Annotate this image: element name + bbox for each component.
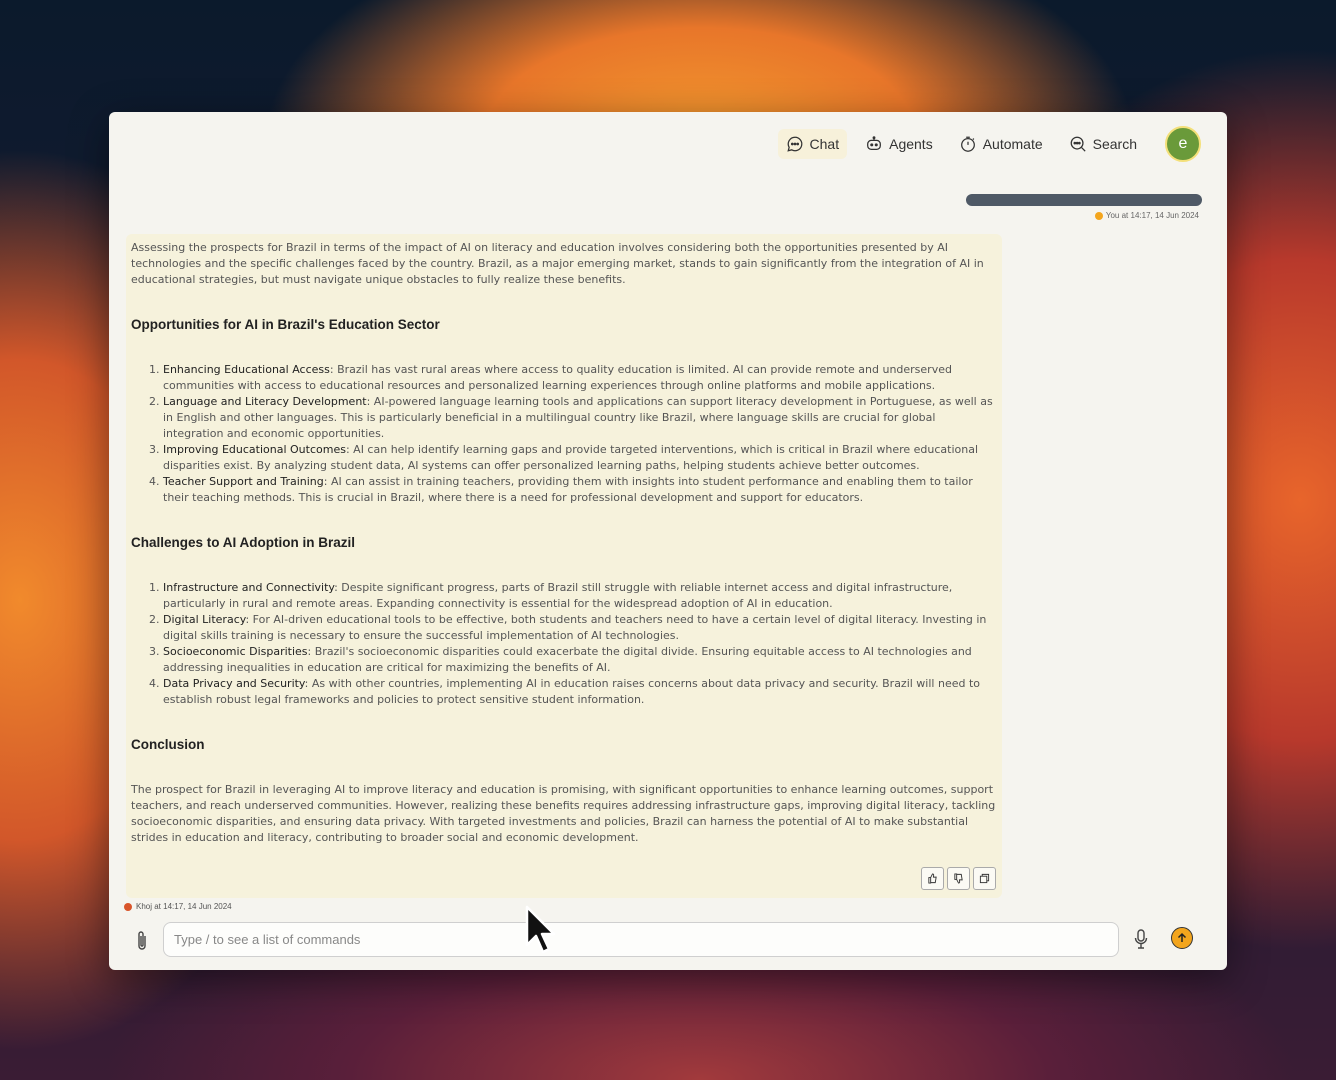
user-message-bubble: [966, 194, 1202, 206]
list-item: Socioeconomic Disparities: Brazil's soci…: [163, 644, 997, 676]
app-window: Chat Agents Automate Search e You at 14:…: [109, 112, 1227, 970]
nav-agents[interactable]: Agents: [857, 129, 941, 159]
thumbs-down-button[interactable]: [947, 867, 970, 890]
user-meta-text: You at 14:17, 14 Jun 2024: [1105, 211, 1199, 220]
item-title: Data Privacy and Security: [163, 677, 305, 690]
item-title: Language and Literacy Development: [163, 395, 367, 408]
assistant-message-meta: Khoj at 14:17, 14 Jun 2024: [124, 902, 232, 911]
nav-search[interactable]: Search: [1061, 129, 1145, 159]
list-item: Enhancing Educational Access: Brazil has…: [163, 362, 997, 394]
robot-icon: [867, 136, 882, 151]
khoj-dot-icon: [124, 902, 132, 911]
answer-intro: Assessing the prospects for Brazil in te…: [131, 241, 984, 286]
nav-chat[interactable]: Chat: [777, 129, 848, 159]
mouse-cursor-icon: [525, 905, 556, 954]
item-title: Socioeconomic Disparities: [163, 645, 308, 658]
chat-input[interactable]: [163, 922, 1119, 957]
list-item: Teacher Support and Training: AI can ass…: [163, 474, 997, 506]
composer: [133, 922, 1203, 960]
thumbs-up-icon: [928, 873, 937, 884]
nav-automate-label: Automate: [982, 136, 1043, 152]
khoj-meta-text: Khoj at 14:17, 14 Jun 2024: [136, 902, 232, 911]
section-heading-conclusion: Conclusion: [131, 737, 205, 752]
item-title: Improving Educational Outcomes: [163, 443, 346, 456]
search-icon: [1070, 136, 1086, 152]
section-heading-challenges: Challenges to AI Adoption in Brazil: [131, 535, 356, 550]
list-item: Data Privacy and Security: As with other…: [163, 676, 997, 708]
nav-agents-label: Agents: [889, 136, 933, 152]
nav-chat-label: Chat: [809, 136, 840, 152]
thumbs-up-button[interactable]: [921, 867, 944, 890]
list-item: Language and Literacy Development: AI-po…: [163, 394, 997, 442]
paperclip-icon[interactable]: [135, 930, 149, 952]
list-item: Infrastructure and Connectivity: Despite…: [163, 580, 997, 612]
assistant-message: Assessing the prospects for Brazil in te…: [126, 234, 1002, 898]
arrow-up-icon: [1177, 932, 1187, 942]
user-avatar[interactable]: e: [1165, 126, 1201, 162]
challenges-list: Infrastructure and Connectivity: Despite…: [131, 580, 997, 708]
item-title: Teacher Support and Training: [163, 475, 324, 488]
send-button[interactable]: [1171, 927, 1193, 949]
copy-icon: [979, 873, 990, 884]
chat-icon: [786, 136, 802, 152]
user-dot-icon: [1094, 211, 1103, 220]
nav-search-label: Search: [1092, 136, 1137, 152]
item-text: : For AI-driven educational tools to be …: [163, 613, 987, 642]
item-title: Infrastructure and Connectivity: [163, 581, 335, 594]
top-nav: Chat Agents Automate Search e: [777, 126, 1201, 162]
thumbs-down-icon: [954, 873, 963, 884]
message-actions: [921, 867, 996, 890]
list-item: Digital Literacy: For AI-driven educatio…: [163, 612, 997, 644]
conclusion-text: The prospect for Brazil in leveraging AI…: [131, 783, 996, 844]
microphone-icon[interactable]: [1133, 928, 1149, 950]
copy-button[interactable]: [973, 867, 996, 890]
opportunities-list: Enhancing Educational Access: Brazil has…: [131, 362, 997, 506]
item-title: Enhancing Educational Access: [163, 363, 330, 376]
user-message-meta: You at 14:17, 14 Jun 2024: [1094, 211, 1199, 220]
list-item: Improving Educational Outcomes: AI can h…: [163, 442, 997, 474]
section-heading-opportunities: Opportunities for AI in Brazil's Educati…: [131, 317, 440, 332]
item-title: Digital Literacy: [163, 613, 246, 626]
nav-automate[interactable]: Automate: [951, 129, 1051, 159]
timer-icon: [960, 136, 975, 152]
